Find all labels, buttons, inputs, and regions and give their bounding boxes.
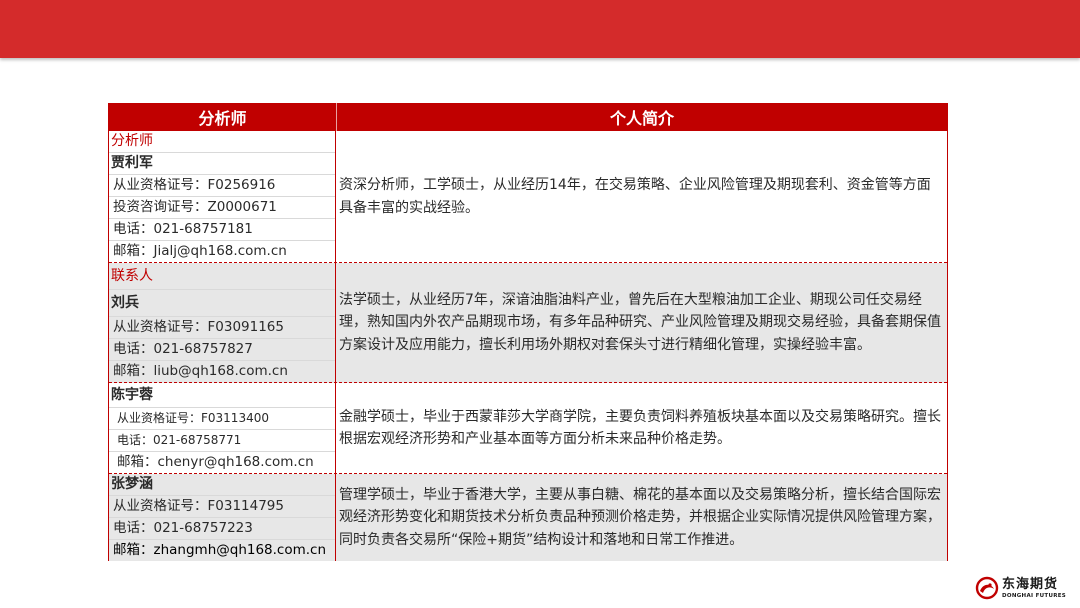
license-number: 从业资格证号：F03113400 <box>109 408 335 430</box>
analyst-info: 张梦涵 从业资格证号：F03114795 电话：021-68757223 邮箱：… <box>109 474 336 561</box>
analyst-bio: 资深分析师，工学硕士，从业经历14年，在交易策略、企业风险管理及期现套利、资金管… <box>339 177 931 216</box>
analyst-name: 张梦涵 <box>109 474 335 496</box>
analyst-name: 陈宇蓉 <box>109 383 335 408</box>
table-row: 联系人 刘兵 从业资格证号：F03091165 电话：021-68757827 … <box>109 263 947 383</box>
phone: 电话：021-68757827 <box>109 339 335 361</box>
table-row: 分析师 贾利军 从业资格证号：F0256916 投资咨询证号：Z0000671 … <box>109 131 947 263</box>
role-label: 联系人 <box>109 263 335 290</box>
logo-english-text: DONGHAI FUTURES <box>1002 592 1067 599</box>
email: 邮箱：Jialj@qh168.com.cn <box>113 243 287 259</box>
email: 邮箱：liub@qh168.com.cn <box>113 363 288 379</box>
advisory-license: 投资咨询证号：Z0000671 <box>109 197 335 219</box>
analyst-info: 陈宇蓉 从业资格证号：F03113400 电话：021-68758771 邮箱：… <box>109 383 336 473</box>
header-analyst: 分析师 <box>109 103 337 131</box>
analyst-bio: 金融学硕士，毕业于西蒙菲莎大学商学院，主要负责饲料养殖板块基本面以及交易策略研究… <box>339 408 941 448</box>
analyst-table: 分析师 个人简介 分析师 贾利军 从业资格证号：F0256916 投资咨询证号：… <box>108 103 948 561</box>
phone: 电话：021-68758771 <box>109 430 335 452</box>
role-label: 分析师 <box>109 131 335 153</box>
table-row: 张梦涵 从业资格证号：F03114795 电话：021-68757223 邮箱：… <box>109 474 947 561</box>
header-profile: 个人简介 <box>609 109 674 128</box>
license-number: 从业资格证号：F0256916 <box>109 175 335 197</box>
license-number: 从业资格证号：F03091165 <box>109 317 335 339</box>
analyst-name: 刘兵 <box>109 290 335 317</box>
logo-chinese-text: 东海期货 <box>1002 576 1059 592</box>
license-number: 从业资格证号：F03114795 <box>109 496 335 518</box>
analyst-bio: 管理学硕士，毕业于香港大学，主要从事白糖、棉花的基本面以及交易策略分析，擅长结合… <box>339 486 941 548</box>
top-banner <box>0 0 1080 58</box>
analyst-info: 联系人 刘兵 从业资格证号：F03091165 电话：021-68757827 … <box>109 263 336 382</box>
email: 邮箱：zhangmh@qh168.com.cn <box>113 542 327 558</box>
analyst-name: 贾利军 <box>109 153 335 175</box>
dragon-logo-icon <box>975 576 999 600</box>
company-logo: 东海期货 DONGHAI FUTURES <box>974 573 1074 603</box>
phone: 电话：021-68757223 <box>109 518 335 540</box>
table-header: 分析师 个人简介 <box>109 103 947 131</box>
email: 邮箱：chenyr@qh168.com.cn <box>117 454 314 470</box>
phone: 电话：021-68757181 <box>109 219 335 241</box>
analyst-info: 分析师 贾利军 从业资格证号：F0256916 投资咨询证号：Z0000671 … <box>109 131 336 262</box>
analyst-bio: 法学硕士，从业经历7年，深谙油脂油料产业，曾先后在大型粮油加工企业、期现公司任交… <box>339 291 941 353</box>
table-row: 陈宇蓉 从业资格证号：F03113400 电话：021-68758771 邮箱：… <box>109 383 947 474</box>
